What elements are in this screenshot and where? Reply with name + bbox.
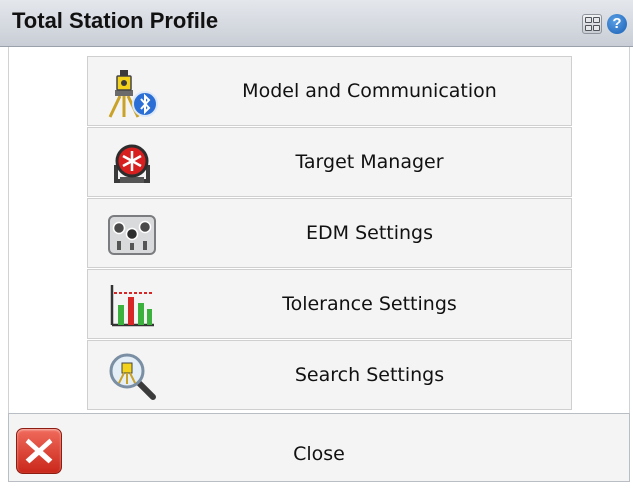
model-and-communication-button[interactable]: Model and Communication — [87, 56, 572, 126]
window-title: Total Station Profile — [12, 8, 219, 33]
search-magnifier-icon — [109, 353, 156, 400]
help-icon[interactable]: ? — [607, 14, 627, 34]
menu-item-label: EDM Settings — [306, 222, 433, 244]
menu-item-label: Target Manager — [295, 151, 444, 173]
target-prism-icon — [114, 144, 150, 183]
total-station-bluetooth-icon — [108, 70, 158, 118]
target-manager-button[interactable]: Target Manager — [87, 127, 572, 197]
close-label: Close — [293, 443, 345, 465]
close-button[interactable]: Close — [8, 413, 630, 482]
menu-item-label: Search Settings — [294, 364, 445, 386]
tolerance-chart-icon — [110, 285, 154, 327]
edm-settings-button[interactable]: EDM Settings — [87, 198, 572, 268]
menu-item-label: Tolerance Settings — [282, 293, 457, 315]
search-settings-button[interactable]: Search Settings — [87, 340, 572, 410]
menu-item-label: Model and Communication — [242, 80, 497, 102]
grid-view-icon[interactable] — [582, 14, 602, 34]
edm-controls-icon — [108, 215, 156, 255]
tolerance-settings-button[interactable]: Tolerance Settings — [87, 269, 572, 339]
title-bar: Total Station Profile ? — [0, 0, 633, 47]
menu-panel: Model and Communication Target Manager E… — [8, 47, 630, 413]
